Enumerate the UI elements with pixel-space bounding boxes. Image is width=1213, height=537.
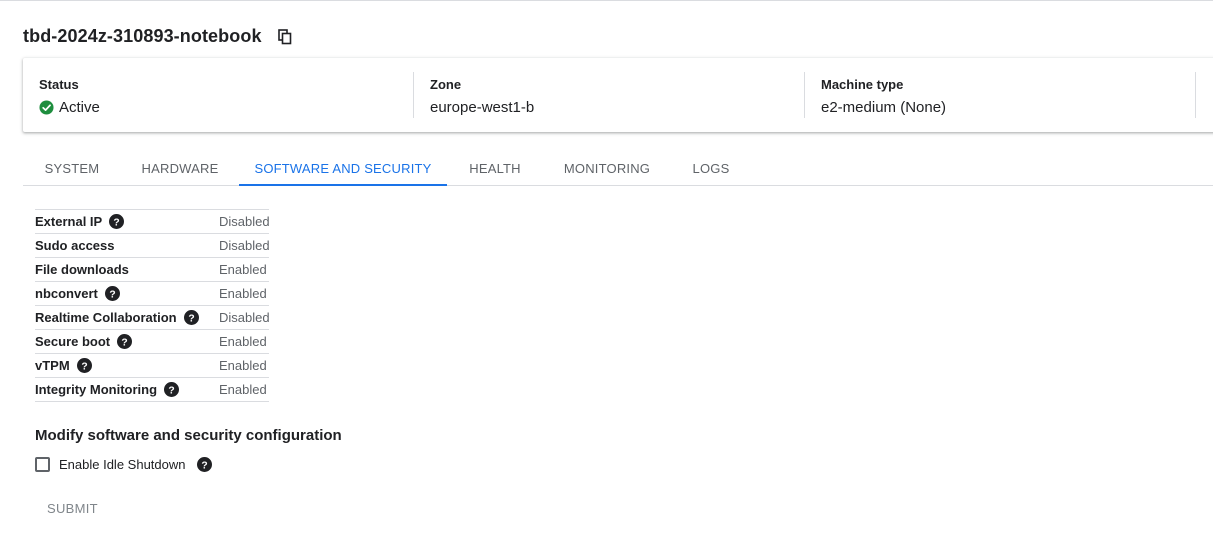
status-label: Status	[39, 77, 79, 92]
property-value: Disabled	[219, 310, 270, 325]
property-key-text: Integrity Monitoring	[35, 382, 158, 397]
property-key: Integrity Monitoring ?	[35, 382, 180, 397]
tab-monitoring[interactable]: MONITORING	[543, 152, 671, 185]
property-key-text: External IP	[35, 214, 103, 229]
property-key: vTPM ?	[35, 358, 92, 373]
instance-summary-card: Status Active Zone europe-west1-b Machin…	[23, 58, 1213, 132]
svg-text:?: ?	[168, 385, 174, 396]
property-value: Disabled	[219, 214, 270, 229]
property-value: Enabled	[219, 262, 267, 277]
modify-section-title: Modify software and security configurati…	[35, 427, 342, 444]
svg-text:?: ?	[114, 217, 120, 228]
property-key: nbconvert ?	[35, 286, 120, 301]
property-row: nbconvert ? Enabled	[35, 282, 269, 306]
property-value: Disabled	[219, 238, 270, 253]
svg-text:?: ?	[121, 337, 127, 348]
property-row: Integrity Monitoring ? Enabled	[35, 378, 269, 402]
page-header: tbd-2024z-310893-notebook	[23, 26, 292, 47]
property-value: Enabled	[219, 358, 267, 373]
zone-label: Zone	[430, 77, 462, 92]
property-key-text: vTPM	[35, 358, 70, 373]
security-properties-table: External IP ? Disabled Sudo access Disab…	[35, 209, 270, 402]
idle-shutdown-checkbox[interactable]	[35, 457, 50, 472]
help-icon[interactable]: ?	[117, 334, 133, 349]
property-key: Realtime Collaboration ?	[35, 310, 199, 325]
machine-type-value: e2-medium (None)	[821, 99, 947, 116]
idle-shutdown-row: Enable Idle Shutdown ?	[35, 457, 213, 472]
property-row: vTPM ? Enabled	[35, 354, 269, 378]
help-icon[interactable]: ?	[104, 286, 120, 301]
property-value: Enabled	[219, 382, 267, 397]
property-row: Secure boot ? Enabled	[35, 330, 269, 354]
svg-text:?: ?	[81, 361, 87, 372]
column-divider	[804, 72, 805, 118]
column-divider	[1195, 72, 1196, 118]
column-divider	[413, 72, 414, 118]
svg-text:?: ?	[109, 289, 115, 300]
check-circle-icon	[39, 100, 54, 115]
property-key-text: Sudo access	[35, 238, 115, 253]
property-row: Realtime Collaboration ? Disabled	[35, 306, 270, 330]
property-row: External IP ? Disabled	[35, 210, 270, 234]
machine-type-label: Machine type	[821, 77, 904, 92]
tab-logs[interactable]: LOGS	[671, 152, 751, 185]
status-value: Active	[39, 99, 100, 116]
idle-shutdown-label[interactable]: Enable Idle Shutdown	[59, 457, 185, 472]
top-divider	[0, 0, 1213, 1]
property-key: External IP ?	[35, 214, 125, 229]
property-key: Sudo access	[35, 238, 115, 253]
property-key-text: Realtime Collaboration	[35, 310, 177, 325]
zone-value: europe-west1-b	[430, 99, 535, 116]
property-value: Enabled	[219, 286, 267, 301]
tab-hardware[interactable]: HARDWARE	[121, 152, 239, 185]
help-icon[interactable]: ?	[164, 382, 180, 397]
submit-button[interactable]: SUBMIT	[47, 501, 98, 516]
property-key-text: nbconvert	[35, 286, 98, 301]
tab-health[interactable]: HEALTH	[447, 152, 543, 185]
help-icon[interactable]: ?	[76, 358, 92, 373]
page-title: tbd-2024z-310893-notebook	[23, 26, 262, 46]
svg-text:?: ?	[188, 313, 194, 324]
help-icon[interactable]: ?	[109, 214, 125, 229]
status-text: Active	[59, 99, 100, 116]
property-value: Enabled	[219, 334, 267, 349]
copy-icon[interactable]	[277, 28, 292, 45]
property-key: Secure boot ?	[35, 334, 133, 349]
property-key: File downloads	[35, 262, 129, 277]
help-icon[interactable]: ?	[183, 310, 199, 325]
tab-system[interactable]: SYSTEM	[23, 152, 121, 185]
property-key-text: File downloads	[35, 262, 129, 277]
property-row: File downloads Enabled	[35, 258, 269, 282]
tab-software-and-security[interactable]: SOFTWARE AND SECURITY	[239, 152, 447, 186]
property-key-text: Secure boot	[35, 334, 111, 349]
help-icon[interactable]: ?	[197, 457, 213, 472]
svg-text:?: ?	[202, 460, 208, 471]
tab-bar: SYSTEM HARDWARE SOFTWARE AND SECURITY HE…	[23, 152, 1213, 186]
property-row: Sudo access Disabled	[35, 234, 270, 258]
